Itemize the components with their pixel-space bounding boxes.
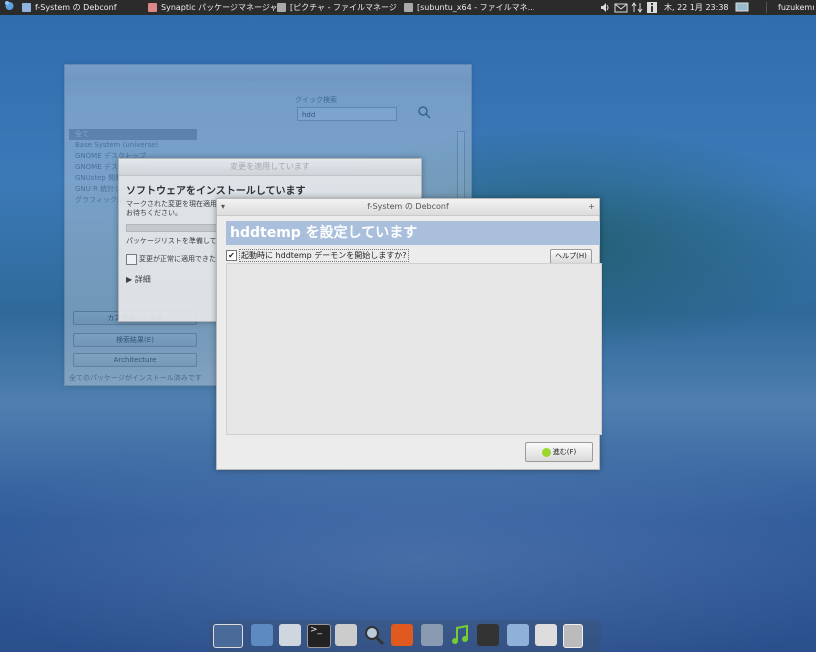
taskbar-item-debconf[interactable]: f-System の Debconf [22, 0, 142, 15]
debconf-titlebar[interactable]: ▾ f-System の Debconf + [217, 199, 599, 216]
display-icon[interactable] [735, 2, 749, 13]
maximize-icon[interactable]: + [588, 199, 595, 215]
video-icon[interactable] [477, 624, 499, 646]
taskbar-item-synaptic[interactable]: Synaptic パッケージマネージャ [148, 0, 284, 15]
user-menu[interactable]: fuzukemn [778, 0, 814, 15]
panel-separator [766, 2, 767, 13]
volume-icon[interactable] [600, 2, 610, 13]
clock[interactable]: 木, 22 1月 23:38 [664, 0, 734, 15]
music-icon[interactable] [449, 624, 471, 646]
scrollbar[interactable] [457, 131, 465, 203]
debconf-window[interactable]: ▾ f-System の Debconf + hddtemp を設定しています … [216, 198, 602, 470]
folder-icon[interactable] [507, 624, 529, 646]
xfce-menu-icon[interactable] [4, 0, 16, 15]
pointer-app-icon[interactable] [251, 624, 273, 646]
debconf-heading: hddtemp を設定しています [226, 221, 600, 245]
start-daemon-checkbox[interactable]: ✔ [226, 250, 237, 261]
status-text: 全てのパッケージがインストール済みです [69, 374, 202, 382]
window-menu-icon[interactable]: ▾ [221, 199, 225, 215]
architecture-button[interactable]: Architecture [73, 353, 197, 367]
synaptic-titlebar[interactable] [65, 65, 471, 82]
question-label: 起動時に hddtemp デーモンを開始しますか? [239, 249, 409, 262]
install-heading: ソフトウェアをインストールしています [126, 186, 306, 197]
folder-icon [404, 3, 413, 12]
synaptic-menubar [65, 81, 471, 95]
files-icon[interactable] [279, 624, 301, 646]
list-item[interactable]: 全て [69, 129, 197, 140]
search-label: クイック検索 [295, 96, 337, 104]
trash-icon[interactable] [563, 624, 583, 648]
dock: >_ [209, 620, 601, 652]
install-titlebar[interactable]: 変更を適用しています [119, 159, 421, 176]
search-input[interactable]: hdd [297, 107, 397, 121]
next-icon [541, 447, 551, 457]
synaptic-icon [148, 3, 157, 12]
help-button[interactable]: ヘルプ(H) [550, 249, 592, 264]
desktop-icon[interactable] [213, 624, 243, 648]
debconf-content-area [226, 263, 602, 435]
network-icon[interactable] [631, 2, 643, 13]
camera-icon[interactable] [535, 624, 557, 646]
taskbar-item-subuntu[interactable]: [subuntu_x64 - ファイルマネ... [404, 0, 534, 15]
editor-icon[interactable] [421, 624, 443, 646]
top-panel: f-System の Debconf Synaptic パッケージマネージャ [… [0, 0, 816, 15]
next-button[interactable]: 進む(F) [525, 442, 593, 462]
info-icon[interactable] [647, 2, 657, 13]
close-option-checkbox[interactable] [126, 254, 137, 265]
tools-icon[interactable] [335, 624, 357, 646]
list-item[interactable]: Base System (universe) [69, 140, 197, 151]
question-row[interactable]: ✔ 起動時に hddtemp デーモンを開始しますか? [226, 249, 409, 262]
search-icon[interactable] [363, 624, 385, 646]
folder-icon [277, 3, 286, 12]
terminal-icon[interactable]: >_ [307, 624, 331, 648]
debconf-title: f-System の Debconf [367, 202, 449, 211]
search-icon[interactable] [417, 105, 431, 121]
software-center-icon[interactable] [391, 624, 413, 646]
search-results-button[interactable]: 検索結果(E) [73, 333, 197, 347]
mail-icon[interactable] [614, 2, 628, 13]
taskbar-item-pictures[interactable]: [ピクチャ - ファイルマネージャ] [277, 0, 397, 15]
window-icon [22, 3, 31, 12]
